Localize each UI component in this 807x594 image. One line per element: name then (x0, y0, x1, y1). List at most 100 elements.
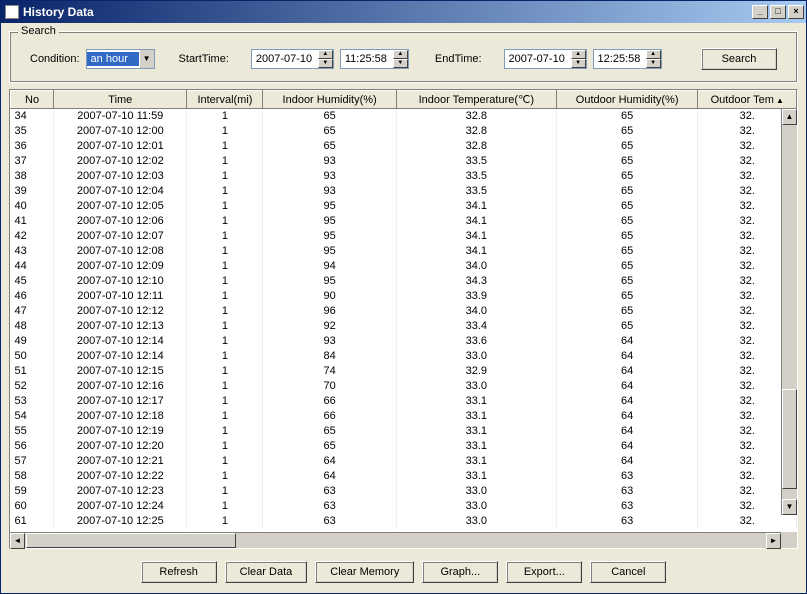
cell: 65 (556, 214, 698, 229)
cell: 2007-07-10 12:07 (54, 229, 187, 244)
export-button[interactable]: Export... (506, 561, 582, 583)
table-row[interactable]: 602007-07-10 12:2416333.06332. (11, 499, 797, 514)
table-row[interactable]: 462007-07-10 12:1119033.96532. (11, 289, 797, 304)
start-time-input[interactable]: ▲▼ (340, 49, 409, 69)
table-row[interactable]: 552007-07-10 12:1916533.16432. (11, 424, 797, 439)
table-row[interactable]: 362007-07-10 12:0116532.86532. (11, 139, 797, 154)
cell: 33.0 (396, 379, 556, 394)
table-row[interactable]: 492007-07-10 12:1419333.66432. (11, 334, 797, 349)
table-row[interactable]: 352007-07-10 12:0016532.86532. (11, 124, 797, 139)
end-date-input[interactable]: ▲▼ (504, 49, 587, 69)
table-row[interactable]: 442007-07-10 12:0919434.06532. (11, 259, 797, 274)
scroll-down-icon[interactable]: ▼ (782, 499, 797, 515)
search-button[interactable]: Search (701, 48, 777, 70)
cell: 52 (11, 379, 54, 394)
table-row[interactable]: 572007-07-10 12:2116433.16432. (11, 454, 797, 469)
spin-down-icon[interactable]: ▼ (318, 59, 333, 68)
cell: 65 (556, 124, 698, 139)
cell: 40 (11, 199, 54, 214)
start-date-input[interactable]: ▲▼ (251, 49, 334, 69)
cell: 2007-07-10 12:13 (54, 319, 187, 334)
minimize-button[interactable]: _ (752, 5, 768, 19)
cell: 33.1 (396, 394, 556, 409)
grid-header: NoTimeInterval(mi)Indoor Humidity(%)Indo… (11, 91, 797, 109)
spin-up-icon[interactable]: ▲ (318, 50, 333, 59)
scroll-right-icon[interactable]: ► (766, 533, 781, 549)
cell: 33.6 (396, 334, 556, 349)
end-time-field[interactable] (594, 52, 646, 66)
table-row[interactable]: 582007-07-10 12:2216433.16332. (11, 469, 797, 484)
cell: 63 (263, 514, 396, 529)
column-header[interactable]: Time (54, 91, 187, 109)
table-row[interactable]: 432007-07-10 12:0819534.16532. (11, 244, 797, 259)
search-group: Search Condition: an hour ▼ StartTime: ▲… (9, 31, 798, 83)
clear-data-button[interactable]: Clear Data (225, 561, 308, 583)
spin-up-icon[interactable]: ▲ (646, 50, 661, 59)
maximize-button[interactable]: □ (770, 5, 786, 19)
clear-memory-button[interactable]: Clear Memory (315, 561, 414, 583)
titlebar: History Data _ □ × (1, 1, 806, 23)
cell: 95 (263, 229, 396, 244)
horizontal-scrollbar[interactable]: ◄ ► (10, 532, 781, 548)
spin-down-icon[interactable]: ▼ (571, 59, 586, 68)
cell: 66 (263, 394, 396, 409)
cell: 53 (11, 394, 54, 409)
scroll-up-icon[interactable]: ▲ (782, 109, 797, 125)
table-row[interactable]: 612007-07-10 12:2516333.06332. (11, 514, 797, 529)
table-row[interactable]: 392007-07-10 12:0419333.56532. (11, 184, 797, 199)
end-date-field[interactable] (505, 52, 571, 66)
scroll-left-icon[interactable]: ◄ (10, 533, 25, 549)
table-row[interactable]: 532007-07-10 12:1716633.16432. (11, 394, 797, 409)
table-row[interactable]: 422007-07-10 12:0719534.16532. (11, 229, 797, 244)
column-header[interactable]: No (11, 91, 54, 109)
cell: 94 (263, 259, 396, 274)
table-row[interactable]: 522007-07-10 12:1617033.06432. (11, 379, 797, 394)
table-row[interactable]: 412007-07-10 12:0619534.16532. (11, 214, 797, 229)
start-time-field[interactable] (341, 52, 393, 66)
cell: 33.9 (396, 289, 556, 304)
table-row[interactable]: 512007-07-10 12:1517432.96432. (11, 364, 797, 379)
table-row[interactable]: 402007-07-10 12:0519534.16532. (11, 199, 797, 214)
column-header[interactable]: Interval(mi) (187, 91, 263, 109)
cell: 92 (263, 319, 396, 334)
spin-down-icon[interactable]: ▼ (646, 59, 661, 68)
scroll-thumb[interactable] (782, 389, 797, 489)
scroll-thumb[interactable] (26, 533, 236, 548)
cell: 1 (187, 244, 263, 259)
cell: 2007-07-10 12:09 (54, 259, 187, 274)
condition-combo[interactable]: an hour ▼ (86, 49, 155, 69)
column-header[interactable]: Indoor Humidity(%) (263, 91, 396, 109)
cell: 63 (556, 484, 698, 499)
cell: 2007-07-10 12:23 (54, 484, 187, 499)
condition-label: Condition: (30, 53, 80, 65)
cell: 33.1 (396, 424, 556, 439)
table-row[interactable]: 342007-07-10 11:5916532.86532. (11, 109, 797, 124)
table-row[interactable]: 472007-07-10 12:1219634.06532. (11, 304, 797, 319)
spin-up-icon[interactable]: ▲ (393, 50, 408, 59)
refresh-button[interactable]: Refresh (141, 561, 217, 583)
column-header[interactable]: Indoor Temperature(℃) (396, 91, 556, 109)
start-date-field[interactable] (252, 52, 318, 66)
close-button[interactable]: × (788, 5, 804, 19)
table-row[interactable]: 542007-07-10 12:1816633.16432. (11, 409, 797, 424)
table-row[interactable]: 502007-07-10 12:1418433.06432. (11, 349, 797, 364)
column-header[interactable]: Outdoor Humidity(%) (556, 91, 698, 109)
end-time-input[interactable]: ▲▼ (593, 49, 662, 69)
spin-up-icon[interactable]: ▲ (571, 50, 586, 59)
table-row[interactable]: 592007-07-10 12:2316333.06332. (11, 484, 797, 499)
graph-button[interactable]: Graph... (422, 561, 498, 583)
spin-down-icon[interactable]: ▼ (393, 59, 408, 68)
table-row[interactable]: 482007-07-10 12:1319233.46532. (11, 319, 797, 334)
cell: 54 (11, 409, 54, 424)
cancel-button[interactable]: Cancel (590, 561, 666, 583)
vertical-scrollbar[interactable]: ▲ ▼ (781, 109, 797, 515)
cell: 1 (187, 109, 263, 124)
cell: 1 (187, 439, 263, 454)
table-row[interactable]: 372007-07-10 12:0219333.56532. (11, 154, 797, 169)
column-header[interactable]: Outdoor Tem▲ (698, 91, 797, 109)
cell: 2007-07-10 12:17 (54, 394, 187, 409)
table-row[interactable]: 562007-07-10 12:2016533.16432. (11, 439, 797, 454)
table-row[interactable]: 382007-07-10 12:0319333.56532. (11, 169, 797, 184)
history-data-window: History Data _ □ × Search Condition: an … (0, 0, 807, 594)
table-row[interactable]: 452007-07-10 12:1019534.36532. (11, 274, 797, 289)
